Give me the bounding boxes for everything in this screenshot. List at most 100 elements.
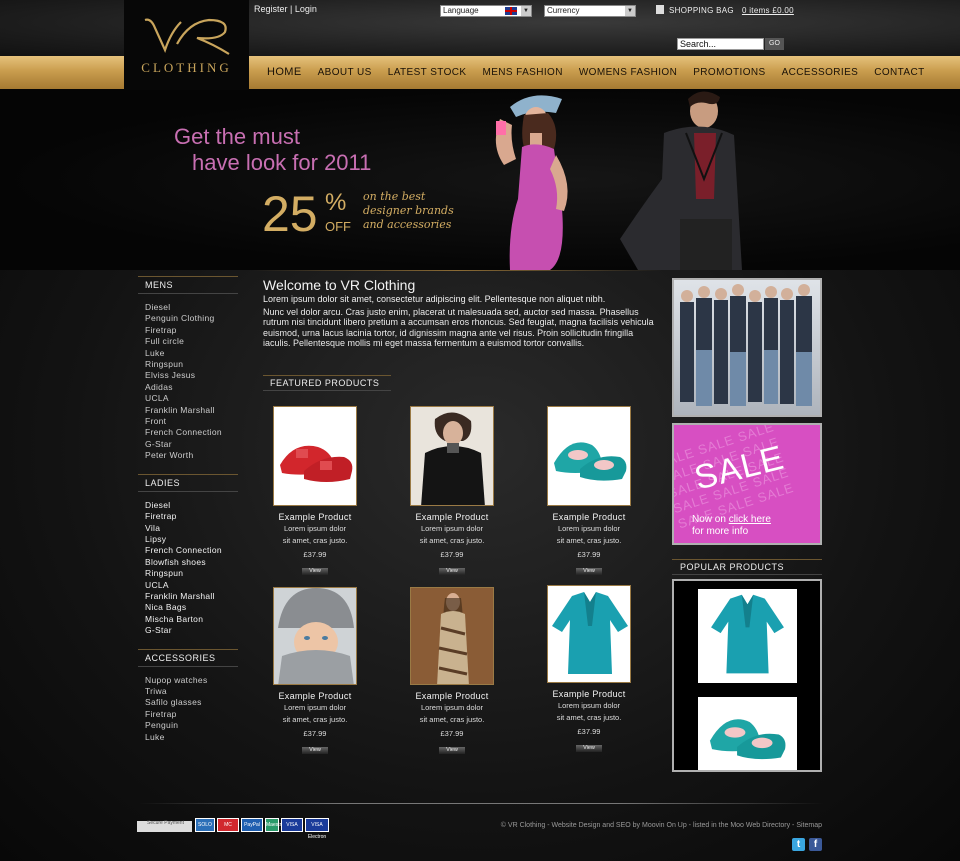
sidebar-item[interactable]: Lipsy — [145, 534, 238, 545]
nav-latest-stock[interactable]: LATEST STOCK — [388, 56, 467, 89]
featured-heading: FEATURED PRODUCTS — [263, 375, 391, 391]
view-button[interactable]: View — [439, 568, 465, 575]
product-desc: sit amet, cras justo. — [556, 712, 622, 722]
product-image[interactable] — [547, 406, 631, 506]
hero-banner[interactable]: Get the must have look for 2011 25 % OFF… — [0, 89, 960, 270]
model-man-image — [620, 91, 742, 270]
sidebar-item[interactable]: G-Star — [145, 439, 238, 450]
sidebar-item[interactable]: Adidas — [145, 382, 238, 393]
sidebar-item[interactable]: Nupop watches — [145, 675, 238, 686]
shopping-bag[interactable]: SHOPPING BAG 0 items £0.00 — [656, 5, 794, 15]
view-button[interactable]: View — [576, 568, 602, 575]
sidebar-item[interactable]: Ringspun — [145, 359, 238, 370]
product-image[interactable] — [273, 587, 357, 685]
product-image[interactable] — [410, 587, 494, 685]
product-name[interactable]: Example Product — [539, 689, 639, 699]
product-card[interactable]: Example Product Lorem ipsum dolor sit am… — [402, 406, 502, 577]
sale-now-label: Now on — [692, 514, 726, 525]
product-card[interactable]: Example Product Lorem ipsum dolor sit am… — [539, 585, 639, 754]
sidebar-item[interactable]: Nica Bags — [145, 602, 238, 613]
product-name[interactable]: Example Product — [402, 512, 502, 522]
nav-promotions[interactable]: PROMOTIONS — [693, 56, 765, 89]
twitter-icon[interactable]: t — [792, 838, 805, 851]
nav-mens-fashion[interactable]: MENS FASHION — [482, 56, 562, 89]
bag-items-link[interactable]: 0 items £0.00 — [742, 6, 794, 15]
product-price: £37.99 — [303, 550, 327, 559]
sidebar-item[interactable]: Vila — [145, 523, 238, 534]
man-black-coat-icon — [421, 412, 485, 505]
product-desc: Lorem ipsum dolor — [420, 524, 484, 533]
product-image[interactable] — [273, 406, 357, 506]
product-card[interactable]: Example Product Lorem ipsum dolor sit am… — [402, 587, 502, 756]
product-card[interactable]: Example Product Lorem ipsum dolor sit am… — [265, 406, 365, 577]
view-button[interactable]: View — [576, 745, 602, 752]
popular-product-image[interactable] — [698, 589, 797, 683]
nav-contact[interactable]: CONTACT — [874, 56, 924, 89]
sidebar-item[interactable]: French Connection — [145, 545, 238, 556]
product-name[interactable]: Example Product — [539, 512, 639, 522]
sidebar-item[interactable]: Triwa — [145, 686, 238, 697]
logo-text: CLOTHING — [141, 60, 232, 75]
popular-product-image[interactable] — [698, 697, 797, 770]
sidebar-item[interactable]: Franklin Marshall — [145, 405, 238, 416]
sidebar-item[interactable]: Mischa Barton — [145, 614, 238, 625]
uk-flag-icon — [505, 7, 517, 15]
product-price: £37.99 — [440, 550, 464, 559]
hero-headline-1: Get the must — [174, 124, 300, 149]
search-input[interactable]: Search... — [677, 38, 764, 50]
view-button[interactable]: View — [302, 568, 328, 575]
sidebar-item[interactable]: UCLA — [145, 393, 238, 404]
sidebar-item[interactable]: Penguin — [145, 720, 238, 731]
sidebar-item[interactable]: Blowfish shoes — [145, 557, 238, 568]
language-select-value: Language — [443, 6, 479, 15]
ladies-list: Diesel Firetrap Vila Lipsy French Connec… — [138, 500, 238, 637]
view-button[interactable]: View — [439, 747, 465, 754]
sidebar-item[interactable]: UCLA — [145, 580, 238, 591]
product-name[interactable]: Example Product — [265, 691, 365, 701]
sidebar-item[interactable]: Franklin Marshall — [145, 591, 238, 602]
visa-electron-icon: VISA Electron — [305, 818, 329, 840]
popular-products — [672, 579, 822, 772]
site-logo[interactable]: CLOTHING — [124, 0, 249, 90]
sidebar-item[interactable]: Diesel — [145, 302, 238, 313]
view-button[interactable]: View — [302, 747, 328, 754]
sale-click-here-link[interactable]: click here — [729, 514, 771, 525]
product-image[interactable] — [547, 585, 631, 683]
sidebar-item[interactable]: Elviss Jesus — [145, 370, 238, 381]
nav-accessories[interactable]: ACCESSORIES — [782, 56, 859, 89]
sidebar-item[interactable]: Peter Worth — [145, 450, 238, 461]
sidebar-item[interactable]: French Connection — [145, 427, 238, 438]
teal-shoes-icon — [709, 719, 786, 760]
sidebar-item[interactable]: Ringspun — [145, 568, 238, 579]
sidebar-item[interactable]: Penguin Clothing — [145, 313, 238, 324]
teal-shoes-icon — [554, 442, 627, 481]
sidebar-item[interactable]: Safilo glasses — [145, 697, 238, 708]
nav-about-us[interactable]: ABOUT US — [318, 56, 372, 89]
account-links[interactable]: Register | Login — [254, 4, 317, 14]
sidebar-item[interactable]: Luke — [145, 732, 238, 743]
sidebar-item[interactable]: Luke — [145, 348, 238, 359]
nav-womens-fashion[interactable]: WOMENS FASHION — [579, 56, 677, 89]
product-name[interactable]: Example Product — [402, 691, 502, 701]
product-name[interactable]: Example Product — [265, 512, 365, 522]
sale-banner[interactable]: SALE SALE SALE SALE SALE SALE SALE SALE … — [672, 423, 822, 545]
currency-select[interactable]: Currency ▼ — [544, 5, 636, 17]
product-card[interactable]: Example Product Lorem ipsum dolor sit am… — [539, 406, 639, 577]
register-login-link[interactable]: Register | Login — [254, 4, 317, 14]
product-image[interactable] — [410, 406, 494, 506]
sidebar-item[interactable]: Firetrap — [145, 511, 238, 522]
sidebar-item[interactable]: Diesel — [145, 500, 238, 511]
sidebar-item[interactable]: Firetrap — [145, 709, 238, 720]
group-photo[interactable] — [672, 278, 822, 417]
nav-home[interactable]: HOME — [267, 56, 302, 89]
shopping-bag-icon — [656, 5, 664, 14]
search-go-button[interactable]: GO — [765, 38, 784, 50]
sidebar-item[interactable]: G-Star — [145, 625, 238, 636]
facebook-icon[interactable]: f — [809, 838, 822, 851]
sidebar-item[interactable]: Full circle — [145, 336, 238, 347]
sidebar-item[interactable]: Front — [145, 416, 238, 427]
product-card[interactable]: Example Product Lorem ipsum dolor sit am… — [265, 587, 365, 756]
woman-grey-hat-icon — [278, 588, 354, 684]
sidebar-item[interactable]: Firetrap — [145, 325, 238, 336]
language-select[interactable]: Language ▼ — [440, 5, 532, 17]
